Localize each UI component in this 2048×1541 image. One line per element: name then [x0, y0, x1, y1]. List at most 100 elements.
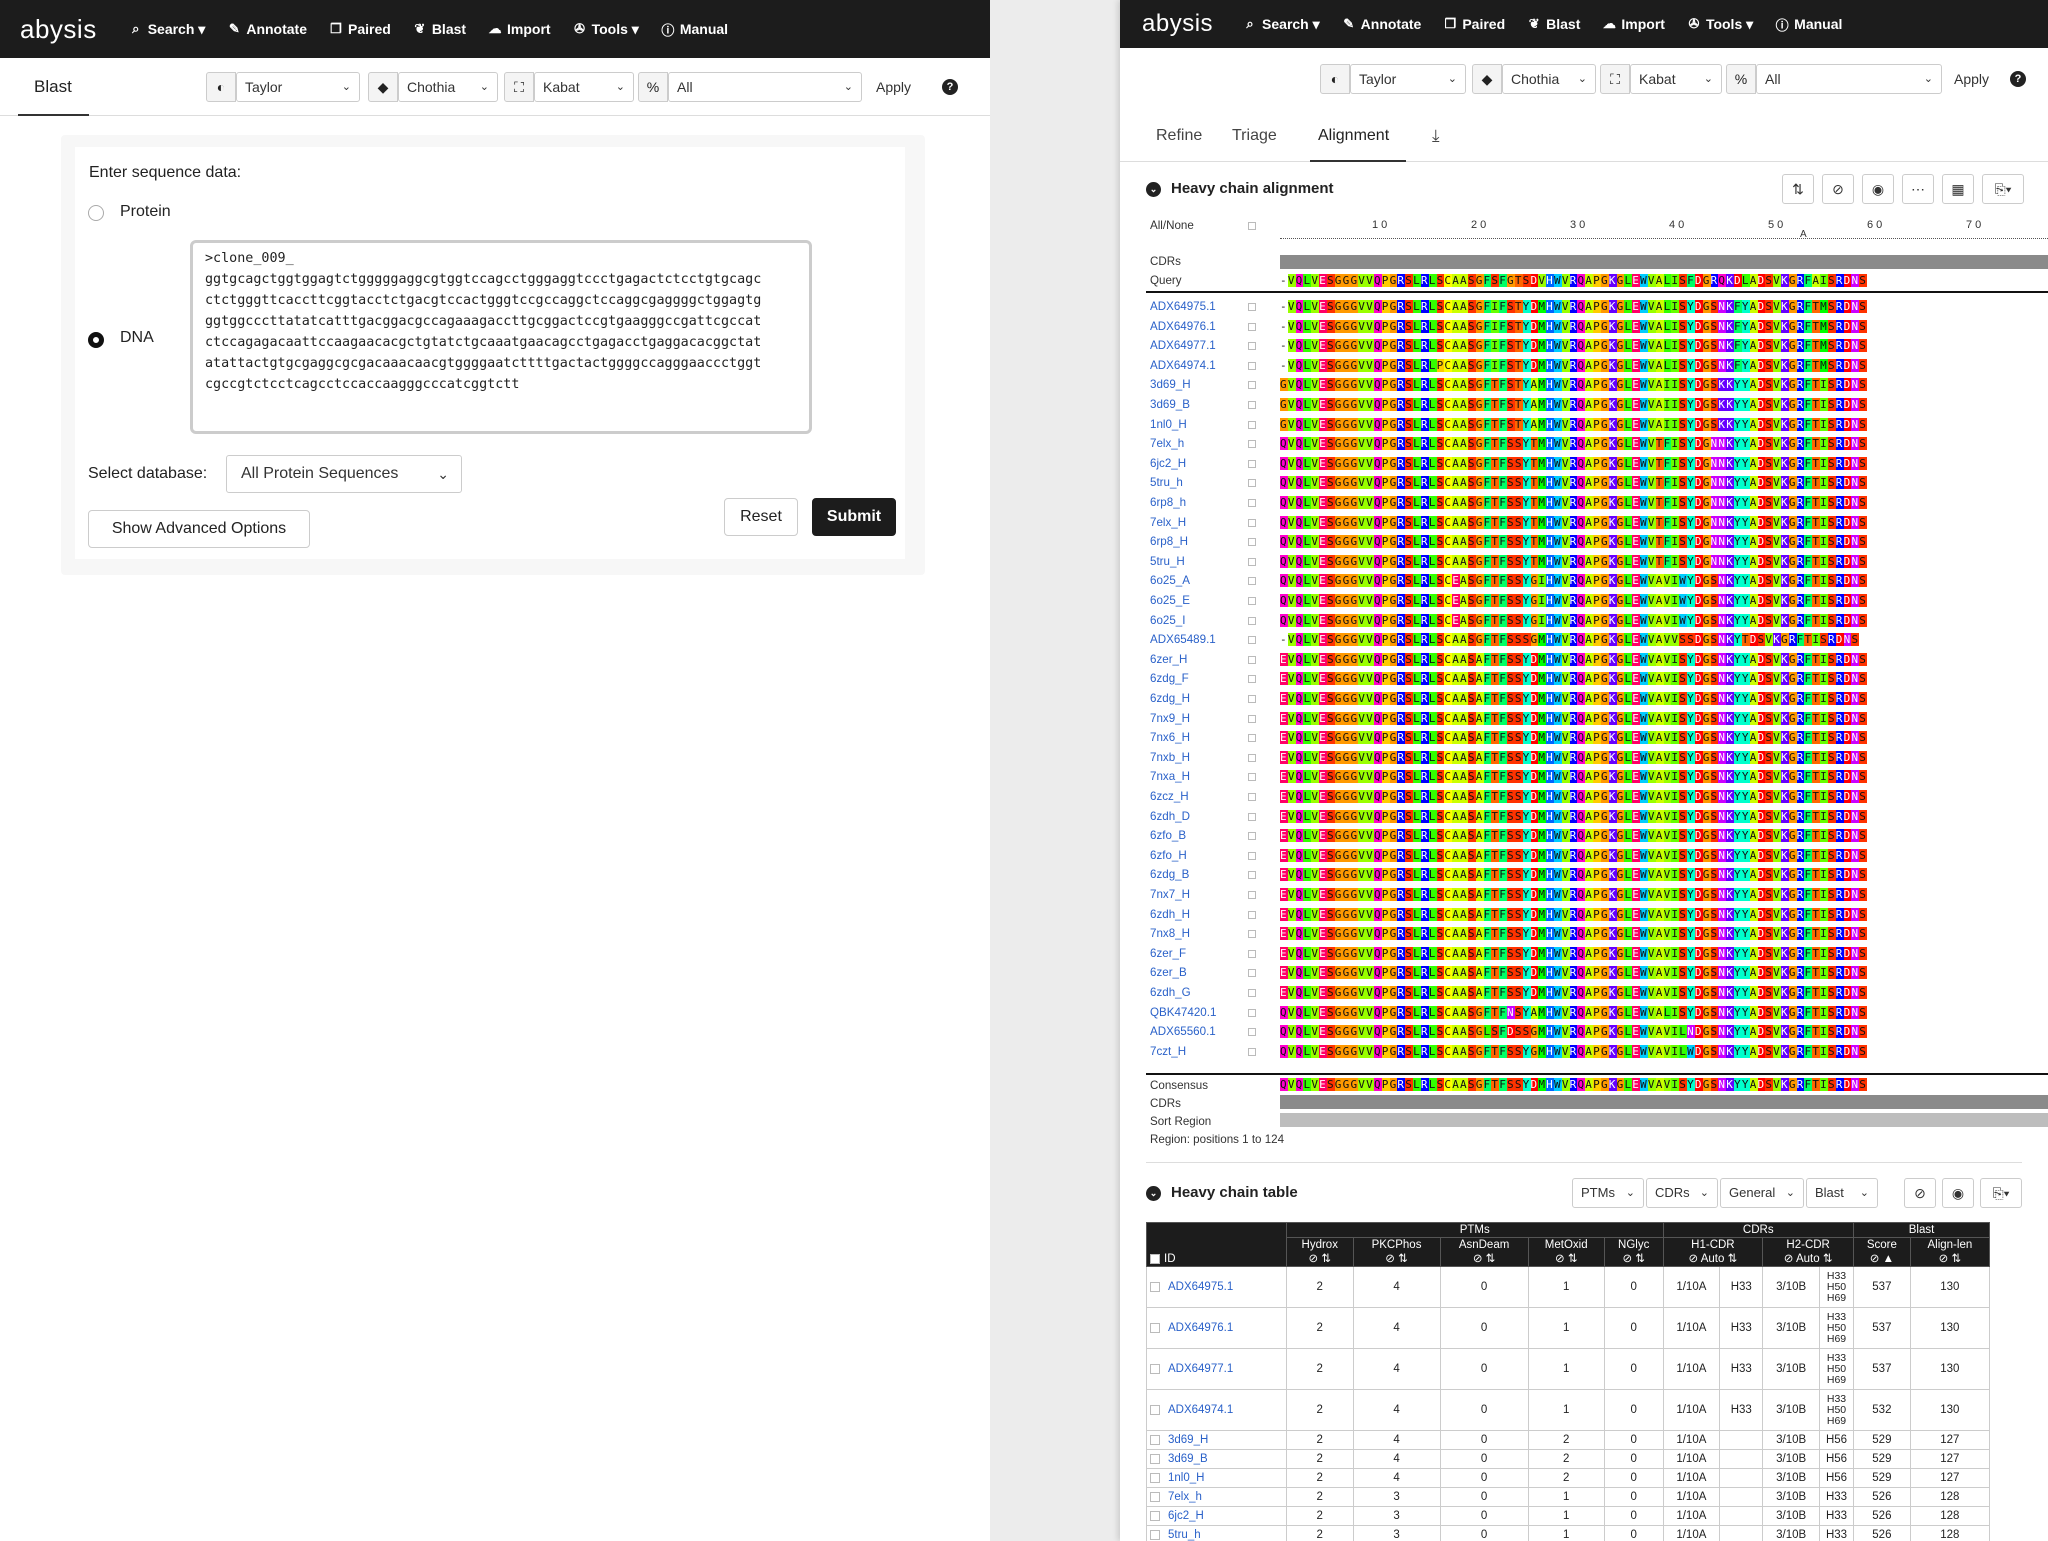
row-checkbox[interactable] [1248, 361, 1256, 370]
row-checkbox[interactable] [1150, 1281, 1160, 1292]
alignment-row-id[interactable]: 6zfo_B [1150, 829, 1186, 842]
alignment-row-id[interactable]: 7nxb_H [1150, 751, 1190, 764]
align-len-header[interactable]: Align-len ⊘ ⇅ [1909, 1237, 1991, 1267]
alignment-row-id[interactable]: 6zdg_F [1150, 672, 1189, 685]
score-header[interactable]: Score ⊘ ▲ [1853, 1237, 1911, 1267]
row-checkbox[interactable] [1248, 989, 1256, 997]
row-checkbox[interactable] [1248, 1008, 1256, 1017]
row-checkbox[interactable] [1248, 910, 1256, 919]
eye-icon[interactable]: ◉ [1942, 1178, 1974, 1208]
row-checkbox[interactable] [1248, 459, 1256, 468]
nav-manual[interactable]: ⓘ Manual [1775, 15, 1843, 34]
table-row[interactable]: ADX64977.1 2 4 0 1 0 1/10A H33 3/10B H33 H50 H69 5… [1146, 1348, 1991, 1390]
alignment-row-id[interactable]: 6rp8_H [1150, 535, 1188, 548]
filter-select[interactable]: All ⌄ [668, 72, 862, 102]
alignment-row-id[interactable]: 7nxa_H [1150, 770, 1190, 783]
table-row[interactable]: 3d69_H 2 4 0 2 0 1/10A 3/10B H56 529 127 [1146, 1430, 1991, 1450]
row-checkbox[interactable] [1248, 616, 1256, 625]
numbering-select[interactable]: Chothia ⌄ [1502, 64, 1596, 94]
row-checkbox[interactable] [1248, 401, 1256, 409]
nav-tools[interactable]: ✇ Tools ▾ [1687, 16, 1753, 33]
alignment-row-id[interactable]: 6zer_F [1150, 947, 1186, 960]
row-checkbox[interactable] [1150, 1434, 1160, 1445]
alignment-row-id[interactable]: 6zdg_H [1150, 692, 1190, 705]
eye-icon[interactable]: ◉ [1862, 174, 1894, 204]
row-checkbox[interactable] [1150, 1472, 1160, 1483]
numbering-select[interactable]: Chothia ⌄ [398, 72, 498, 102]
row-checkbox[interactable] [1248, 949, 1256, 958]
more-icon[interactable]: ⋯ [1902, 174, 1934, 204]
row-checkbox[interactable] [1248, 695, 1256, 703]
alignment-row-id[interactable]: 5tru_h [1150, 476, 1183, 489]
id-header[interactable]: ID [1146, 1222, 1287, 1267]
blast-filter-select[interactable]: Blast ⌄ [1806, 1178, 1878, 1208]
alignment-row-id[interactable]: 7nx6_H [1150, 731, 1190, 744]
heavy-chain-table-header[interactable]: ⌄ Heavy chain table [1146, 1184, 1298, 1201]
row-id-cell[interactable]: 7elx_h [1146, 1487, 1287, 1507]
download-icon[interactable]: ⤓ [1432, 110, 1440, 162]
row-id-cell[interactable]: 3d69_B [1146, 1449, 1287, 1469]
submit-button[interactable]: Submit [812, 498, 896, 536]
row-checkbox[interactable] [1248, 597, 1256, 605]
nglyc-header[interactable]: NGlyc ⊘ ⇅ [1603, 1237, 1664, 1267]
alignment-row-id[interactable]: ADX65560.1 [1150, 1025, 1216, 1038]
eye-slash-icon[interactable]: ⊘ [1904, 1178, 1936, 1208]
alignment-row-id[interactable]: 6zer_B [1150, 966, 1187, 979]
apply-button[interactable]: Apply [876, 79, 911, 95]
row-id-cell[interactable]: 3d69_H [1146, 1430, 1287, 1450]
dna-radio[interactable] [88, 332, 104, 348]
row-checkbox[interactable] [1248, 479, 1256, 488]
alignment-row-id[interactable]: 6jc2_H [1150, 457, 1186, 470]
alignment-row-id[interactable]: ADX64975.1 [1150, 300, 1216, 313]
row-checkbox[interactable] [1150, 1529, 1160, 1540]
region-select[interactable]: Kabat ⌄ [534, 72, 634, 102]
nav-import[interactable]: ☁ Import [488, 21, 551, 37]
row-checkbox[interactable] [1248, 851, 1256, 860]
table-row[interactable]: 5tru_h 2 3 0 1 0 1/10A 3/10B H33 526 128 [1146, 1525, 1991, 1541]
row-checkbox[interactable] [1248, 734, 1256, 743]
alignment-row-id[interactable]: 6zdh_D [1150, 810, 1190, 823]
select-all-checkbox[interactable] [1150, 1253, 1160, 1264]
color-scheme-select[interactable]: Taylor ⌄ [236, 72, 360, 102]
hydrox-header[interactable]: Hydrox ⊘ ⇅ [1286, 1237, 1354, 1267]
all-checkbox[interactable] [1248, 222, 1256, 230]
apply-button[interactable]: Apply [1954, 71, 1989, 87]
database-select[interactable]: All Protein Sequences ⌄ [226, 455, 462, 493]
row-id-cell[interactable]: 1nl0_H [1146, 1468, 1287, 1488]
alignment-row-id[interactable]: 7elx_h [1150, 437, 1184, 450]
row-checkbox[interactable] [1248, 930, 1256, 939]
metoxid-header[interactable]: MetOxid ⊘ ⇅ [1527, 1237, 1605, 1267]
tab-refine[interactable]: Refine [1156, 110, 1202, 162]
sequence-textarea[interactable] [190, 240, 812, 434]
row-checkbox[interactable] [1248, 969, 1256, 978]
table-row[interactable]: ADX64975.1 2 4 0 1 0 1/10A H33 3/10B H33 H50 H69 5… [1146, 1266, 1991, 1308]
table-row[interactable]: 3d69_B 2 4 0 2 0 1/10A 3/10B H56 529 127 [1146, 1449, 1991, 1469]
abysis-logo[interactable]: abysis [1142, 10, 1213, 38]
row-checkbox[interactable] [1248, 1028, 1256, 1037]
alignment-row-id[interactable]: ADX65489.1 [1150, 633, 1216, 646]
asndeam-header[interactable]: AsnDeam ⊘ ⇅ [1439, 1237, 1529, 1267]
alignment-row-id[interactable]: 6zdh_H [1150, 908, 1190, 921]
nav-import[interactable]: ☁ Import [1602, 16, 1665, 32]
nav-paired[interactable]: ❐ Paired [329, 21, 391, 37]
alignment-row-id[interactable]: QBK47420.1 [1150, 1006, 1216, 1019]
alignment-row-id[interactable]: ADX64976.1 [1150, 320, 1216, 333]
row-checkbox[interactable] [1150, 1453, 1160, 1464]
sort-icon[interactable]: ⇅ [1782, 174, 1814, 204]
alignment-row-id[interactable]: 7elx_H [1150, 516, 1186, 529]
tab-alignment[interactable]: Alignment [1310, 110, 1406, 162]
nav-search[interactable]: ⌕ Search ▾ [129, 21, 205, 38]
row-checkbox[interactable] [1248, 420, 1256, 429]
row-checkbox[interactable] [1248, 832, 1256, 841]
table-row[interactable]: 6jc2_H 2 3 0 1 0 1/10A 3/10B H33 526 128 [1146, 1506, 1991, 1526]
row-checkbox[interactable] [1248, 753, 1256, 762]
help-icon[interactable]: ? [942, 79, 958, 95]
row-checkbox[interactable] [1248, 303, 1256, 311]
row-checkbox[interactable] [1248, 557, 1256, 566]
row-id-cell[interactable]: ADX64977.1 [1146, 1348, 1287, 1390]
alignment-row-id[interactable]: 6zer_H [1150, 653, 1187, 666]
row-checkbox[interactable] [1248, 518, 1256, 527]
alignment-row-id[interactable]: 6o25_A [1150, 574, 1190, 587]
heavy-chain-alignment-header[interactable]: ⌄ Heavy chain alignment [1146, 180, 1334, 197]
cdrs-filter-select[interactable]: CDRs ⌄ [1646, 1178, 1718, 1208]
